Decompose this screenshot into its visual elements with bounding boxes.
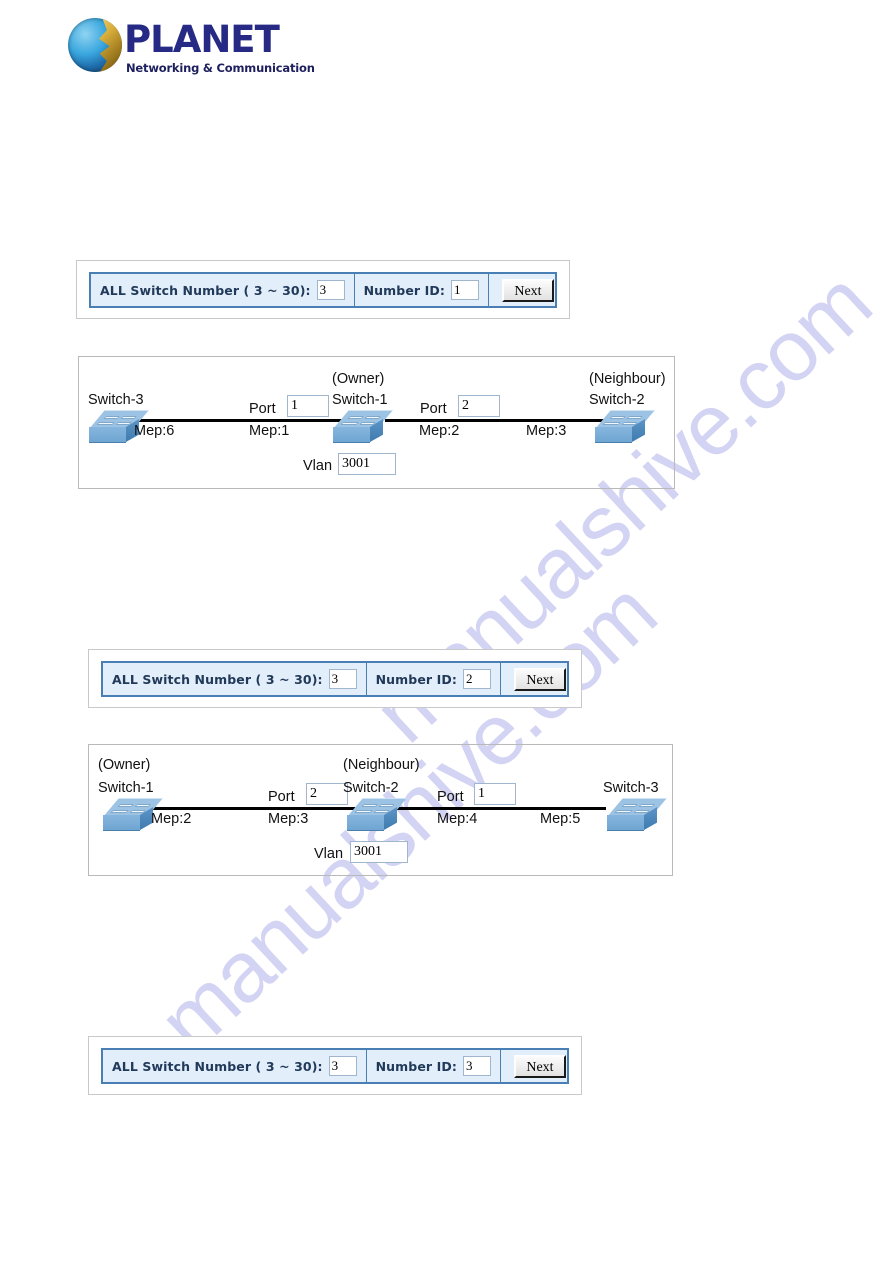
switch-number-label-1: ALL Switch Number ( 3 ~ 30):: [100, 282, 311, 298]
mep-label-right-outer-2: Mep:5: [540, 811, 581, 827]
port-label-right-2: Port: [437, 789, 464, 805]
mep-label-left-outer-2: Mep:2: [151, 811, 192, 827]
next-button-1[interactable]: Next: [501, 278, 554, 302]
number-id-input-2[interactable]: [462, 669, 491, 689]
mep-label-right-inner-2: Mep:4: [437, 811, 478, 827]
node-role-switch2: (Neighbour): [589, 371, 666, 387]
number-id-field-group-3: Number ID:: [367, 1050, 501, 1082]
node-role-switch1-2: (Owner): [98, 757, 151, 773]
port-label-left-1: Port: [249, 401, 276, 417]
switch-number-form-2: ALL Switch Number ( 3 ~ 30): Number ID: …: [101, 661, 569, 697]
number-id-input-1[interactable]: [450, 280, 479, 300]
switch-number-label-3: ALL Switch Number ( 3 ~ 30):: [112, 1058, 323, 1074]
switch-number-field-group-2: ALL Switch Number ( 3 ~ 30):: [103, 663, 367, 695]
port-input-right-1[interactable]: [458, 395, 500, 417]
mep-label-right-inner-1: Mep:2: [419, 423, 460, 439]
number-id-field-group-2: Number ID:: [367, 663, 501, 695]
vlan-label-2: Vlan: [314, 846, 344, 862]
number-id-label-2: Number ID:: [375, 671, 457, 687]
switch-number-input-1[interactable]: [316, 280, 345, 300]
vlan-input-2[interactable]: [350, 841, 408, 863]
node-name-switch2: Switch-2: [589, 392, 645, 408]
vlan-input-1[interactable]: [338, 453, 396, 475]
switch-number-input-2[interactable]: [328, 669, 357, 689]
node-name-switch3-2: Switch-3: [603, 780, 659, 796]
node-name-switch2-2: Switch-2: [343, 780, 399, 796]
next-button-2[interactable]: Next: [513, 667, 566, 691]
switch-number-form-1: ALL Switch Number ( 3 ~ 30): Number ID: …: [89, 272, 557, 308]
number-id-label-3: Number ID:: [375, 1058, 457, 1074]
mep-label-left-inner-1: Mep:1: [249, 423, 290, 439]
mep-label-left-inner-2: Mep:3: [268, 811, 309, 827]
port-label-left-2: Port: [268, 789, 295, 805]
switch-number-form-3: ALL Switch Number ( 3 ~ 30): Number ID: …: [101, 1048, 569, 1084]
brand-logo: PLANET Networking & Communication: [68, 16, 318, 76]
switch-number-panel-3: ALL Switch Number ( 3 ~ 30): Number ID: …: [88, 1036, 582, 1095]
topology-diagram-2: (Owner) Switch-1 Mep:2 Port Mep:3 (Neigh…: [88, 744, 673, 876]
node-role-switch2-2: (Neighbour): [343, 757, 420, 773]
number-id-field-group-1: Number ID:: [355, 274, 489, 306]
node-name-switch1-2: Switch-1: [98, 780, 154, 796]
switch-number-panel-1: ALL Switch Number ( 3 ~ 30): Number ID: …: [76, 260, 570, 319]
switch-icon-front: [89, 427, 126, 443]
next-button-group-1: Next: [489, 274, 567, 306]
switch-number-panel-2: ALL Switch Number ( 3 ~ 30): Number ID: …: [88, 649, 582, 708]
link-switch3-switch1: [131, 419, 366, 422]
switch-number-label-2: ALL Switch Number ( 3 ~ 30):: [112, 671, 323, 687]
switch-icon-front: [607, 815, 644, 831]
switch-icon-switch1-2: [103, 798, 163, 832]
switch-number-field-group-1: ALL Switch Number ( 3 ~ 30):: [91, 274, 355, 306]
switch-icon-front: [333, 427, 370, 443]
port-label-right-1: Port: [420, 401, 447, 417]
switch-icon-front: [103, 815, 140, 831]
switch-icon-front: [595, 427, 632, 443]
planet-globe-icon: [68, 18, 122, 72]
number-id-label-1: Number ID:: [363, 282, 445, 298]
node-role-switch1: (Owner): [332, 371, 385, 387]
link-switch1-switch2: [385, 419, 610, 422]
topology-diagram-1: Switch-3 Mep:6 Port Mep:1 (Owner) Switch…: [78, 356, 675, 489]
switch-number-input-3[interactable]: [328, 1056, 357, 1076]
next-button-group-3: Next: [501, 1050, 579, 1082]
next-button-3[interactable]: Next: [513, 1054, 566, 1078]
link-switch2-switch3-2: [381, 807, 606, 810]
mep-label-switch3-outer: Mep:6: [134, 423, 175, 439]
switch-icon-switch3-2: [607, 798, 667, 832]
switch-icon-switch1: [333, 410, 393, 444]
switch-icon-front: [347, 815, 384, 831]
switch-icon-switch2: [595, 410, 655, 444]
port-input-right-2[interactable]: [474, 783, 516, 805]
next-button-group-2: Next: [501, 663, 579, 695]
vlan-label-1: Vlan: [303, 458, 333, 474]
port-input-left-1[interactable]: [287, 395, 329, 417]
mep-label-right-outer-1: Mep:3: [526, 423, 567, 439]
brand-tagline: Networking & Communication: [126, 61, 315, 75]
switch-icon-switch2-2: [347, 798, 407, 832]
node-name-switch3: Switch-3: [88, 392, 144, 408]
node-name-switch1: Switch-1: [332, 392, 388, 408]
brand-name: PLANET: [124, 18, 280, 61]
port-input-left-2[interactable]: [306, 783, 348, 805]
number-id-input-3[interactable]: [462, 1056, 491, 1076]
link-switch1-switch2-2: [147, 807, 362, 810]
switch-number-field-group-3: ALL Switch Number ( 3 ~ 30):: [103, 1050, 367, 1082]
